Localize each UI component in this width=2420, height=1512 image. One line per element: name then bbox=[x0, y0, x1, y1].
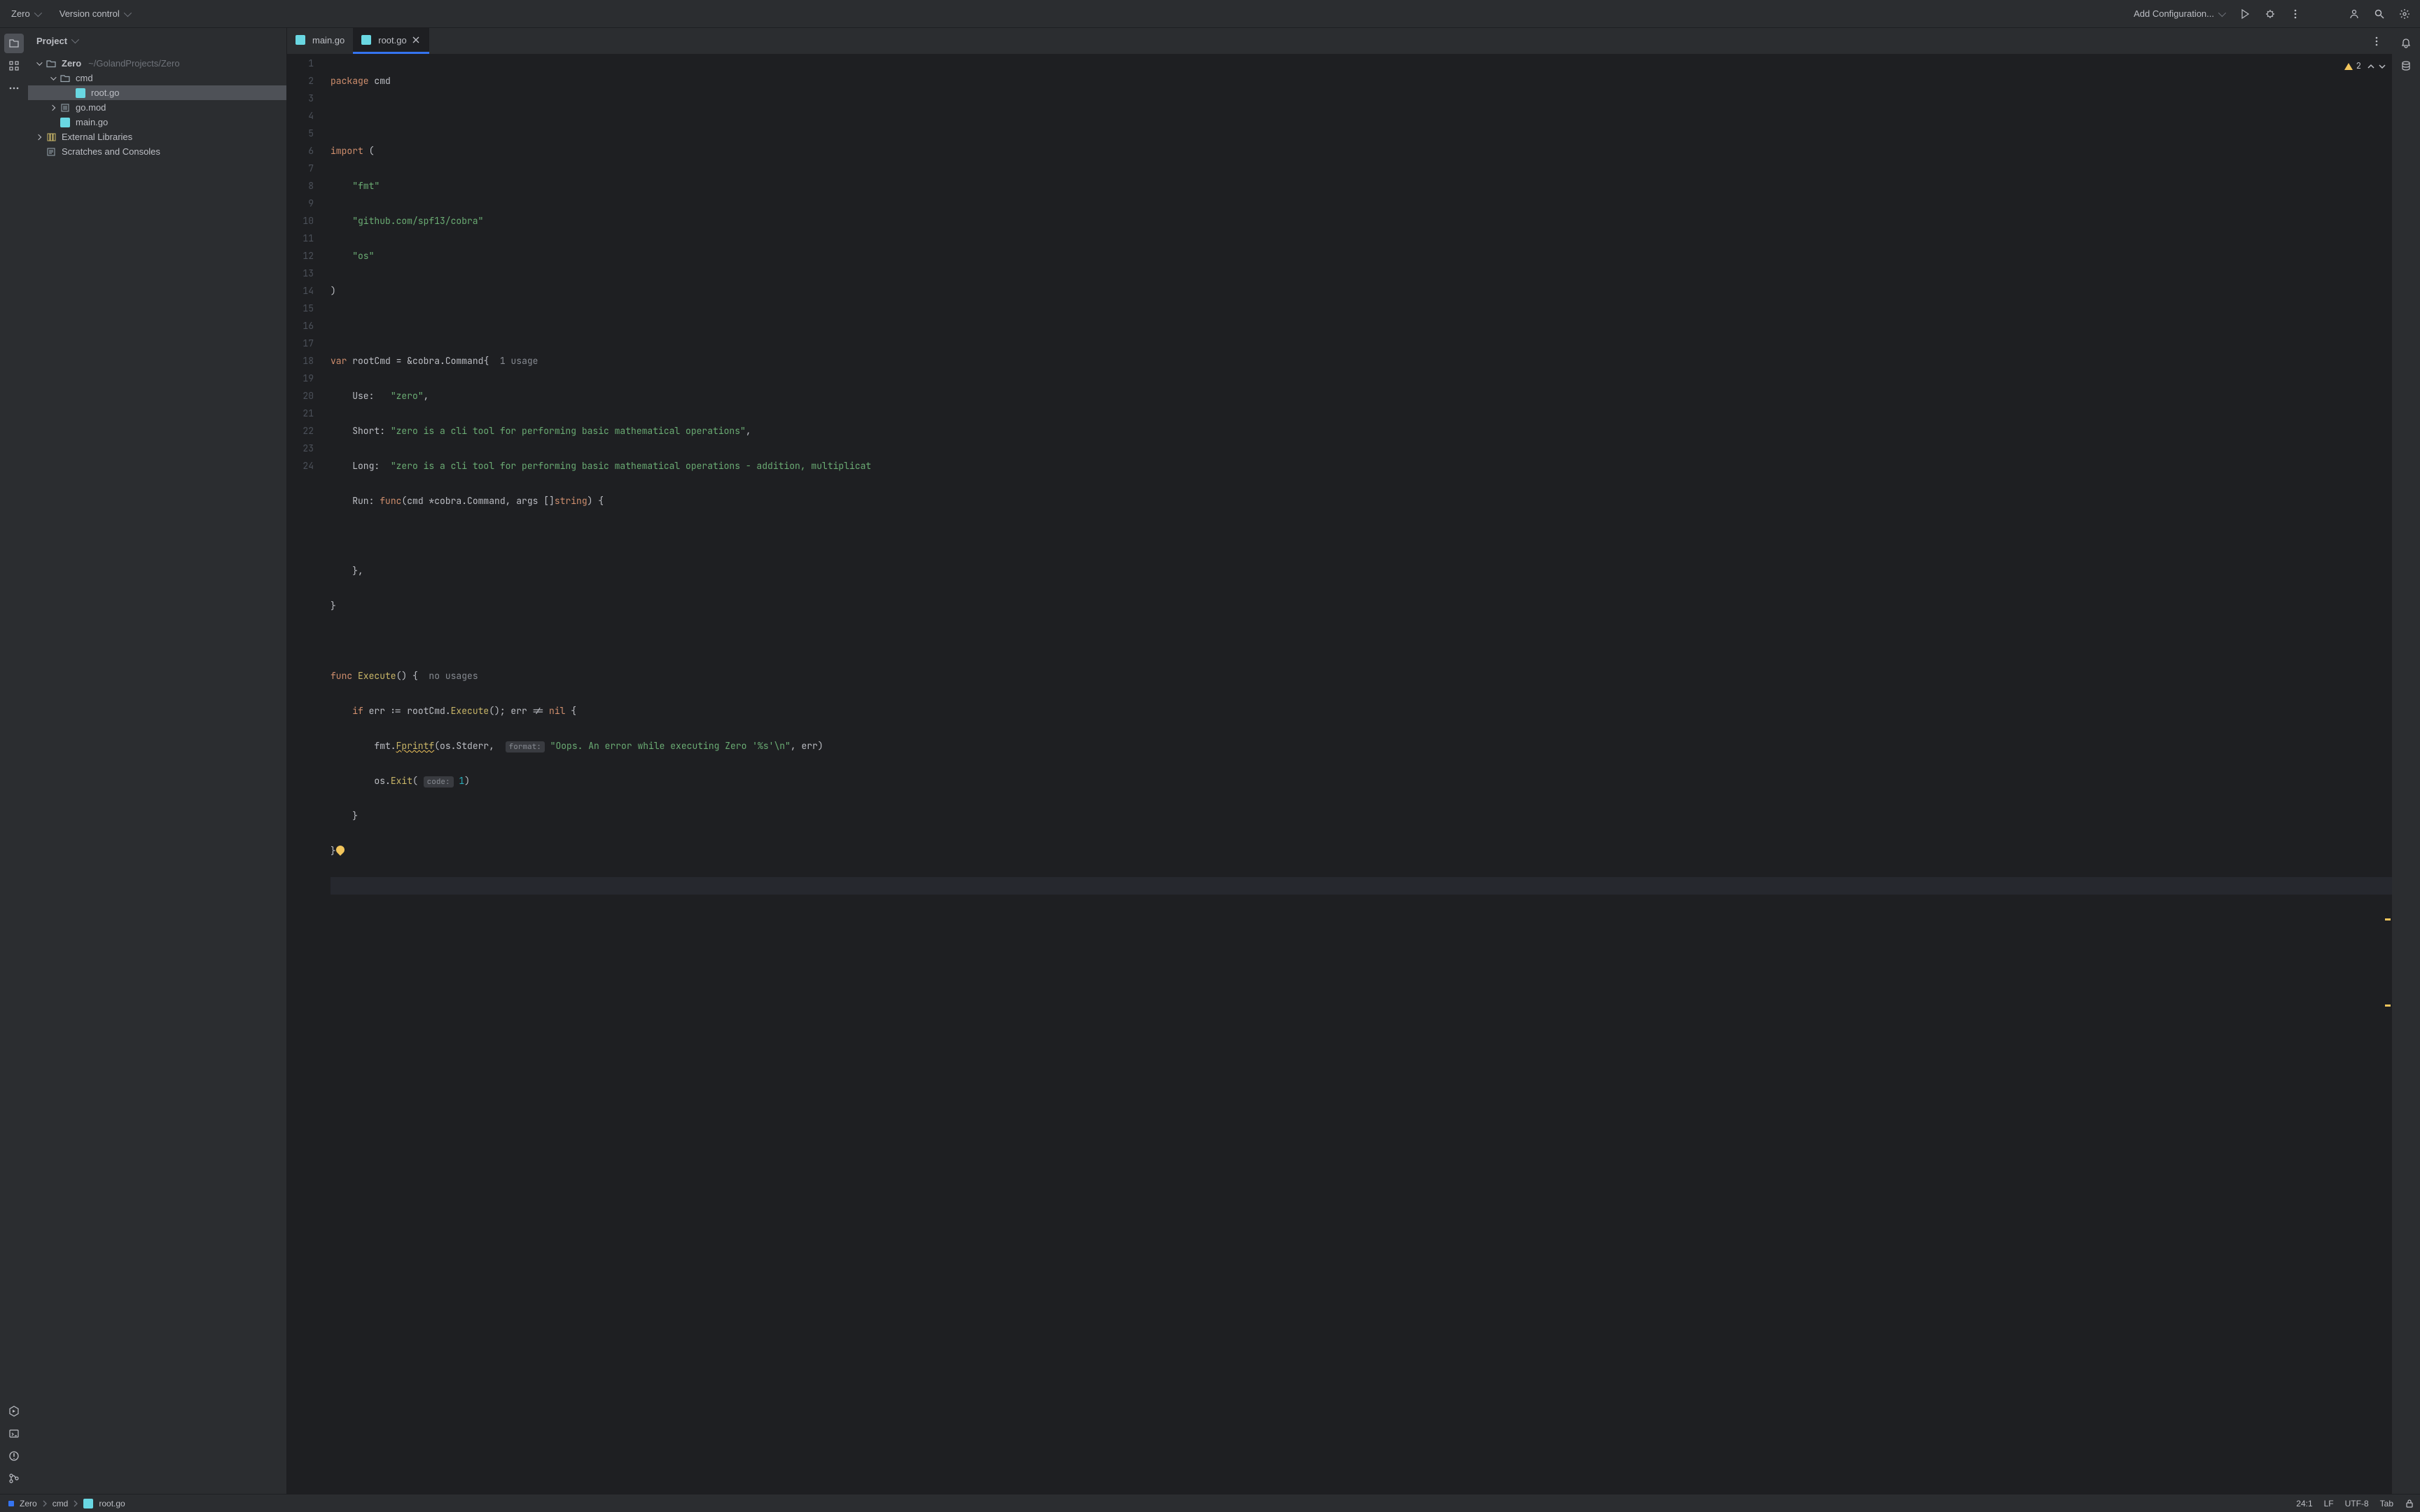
project-panel: Project Zero ~/GolandProjects/Zero cmd bbox=[28, 28, 287, 1494]
database-tool-button[interactable] bbox=[2396, 56, 2416, 76]
project-selector[interactable]: Zero bbox=[6, 6, 46, 22]
tab-label: main.go bbox=[312, 35, 345, 46]
tree-item-label: cmd bbox=[76, 73, 93, 83]
tree-file-main-go[interactable]: main.go bbox=[28, 115, 286, 130]
project-name-label: Zero bbox=[11, 8, 30, 19]
project-panel-header: Project bbox=[28, 28, 286, 53]
more-actions-button[interactable] bbox=[2286, 4, 2305, 24]
library-icon bbox=[46, 132, 56, 142]
expand-icon bbox=[50, 104, 55, 110]
crumb-label: Zero bbox=[20, 1499, 37, 1508]
code-content[interactable]: package cmd import ( "fmt" "github.com/s… bbox=[322, 55, 2392, 1494]
chevron-down-icon bbox=[123, 8, 131, 16]
crumb-label: root.go bbox=[99, 1499, 125, 1508]
vcs-label: Version control bbox=[60, 8, 120, 19]
vcs-selector[interactable]: Version control bbox=[54, 6, 135, 22]
tree-scratches[interactable]: Scratches and Consoles bbox=[28, 144, 286, 159]
line-gutter[interactable]: 1 2 3 4 5 6 7 8 9 10 11 12 13 14 15 16 1… bbox=[287, 55, 322, 1494]
right-toolbar bbox=[2392, 28, 2420, 1494]
breadcrumb-cmd[interactable]: cmd bbox=[50, 1497, 71, 1510]
top-bar: Zero Version control Add Configuration..… bbox=[0, 0, 2420, 28]
tree-item-label: root.go bbox=[91, 88, 119, 98]
crumb-label: cmd bbox=[53, 1499, 69, 1508]
code-editor[interactable]: 2 1 2 3 4 5 6 7 8 bbox=[287, 55, 2392, 1494]
folder-icon bbox=[46, 59, 56, 69]
tree-root-path: ~/GolandProjects/Zero bbox=[88, 58, 179, 69]
breadcrumb-project[interactable]: Zero bbox=[6, 1497, 40, 1510]
run-button[interactable] bbox=[2235, 4, 2255, 24]
editor-indicators: 2 bbox=[2344, 57, 2386, 75]
chevron-down-icon[interactable] bbox=[71, 36, 79, 43]
tab-more-button[interactable] bbox=[2367, 31, 2386, 51]
vcs-tool-button[interactable] bbox=[4, 1469, 24, 1488]
expand-icon bbox=[36, 134, 41, 139]
status-bar: Zero cmd root.go 24:1 LF UTF-8 Tab bbox=[0, 1494, 2420, 1512]
breadcrumb-file[interactable]: root.go bbox=[81, 1497, 127, 1510]
tree-item-label: Scratches and Consoles bbox=[62, 146, 160, 157]
left-toolbar bbox=[0, 28, 28, 1494]
search-button[interactable] bbox=[2370, 4, 2389, 24]
file-encoding[interactable]: UTF-8 bbox=[2345, 1499, 2369, 1508]
cursor-position[interactable]: 24:1 bbox=[2296, 1499, 2312, 1508]
go-file-icon bbox=[361, 35, 371, 45]
warning-count: 2 bbox=[2356, 57, 2361, 75]
tree-file-root-go[interactable]: root.go bbox=[28, 85, 286, 100]
line-separator[interactable]: LF bbox=[2324, 1499, 2334, 1508]
services-tool-button[interactable] bbox=[4, 1401, 24, 1421]
next-highlight-button[interactable] bbox=[2378, 62, 2386, 71]
mod-file-icon bbox=[60, 103, 70, 113]
terminal-tool-button[interactable] bbox=[4, 1424, 24, 1443]
tab-root-go[interactable]: root.go bbox=[353, 28, 429, 54]
run-config-selector[interactable]: Add Configuration... bbox=[2128, 6, 2230, 22]
folder-icon bbox=[60, 74, 70, 83]
code-with-me-button[interactable] bbox=[2344, 4, 2364, 24]
debug-button[interactable] bbox=[2260, 4, 2280, 24]
warning-icon bbox=[2344, 62, 2353, 71]
scratches-icon bbox=[46, 147, 56, 157]
tree-file-go-mod[interactable]: go.mod bbox=[28, 100, 286, 115]
project-tool-button[interactable] bbox=[4, 34, 24, 53]
editor-area: main.go root.go bbox=[287, 28, 2392, 1494]
tree-external-libraries[interactable]: External Libraries bbox=[28, 130, 286, 144]
indent-setting[interactable]: Tab bbox=[2380, 1499, 2393, 1508]
readonly-toggle[interactable] bbox=[2405, 1499, 2414, 1508]
tab-main-go[interactable]: main.go bbox=[287, 28, 353, 54]
tree-root-name: Zero bbox=[62, 58, 81, 69]
project-tree: Zero ~/GolandProjects/Zero cmd root.go bbox=[28, 53, 286, 162]
tree-root[interactable]: Zero ~/GolandProjects/Zero bbox=[28, 56, 286, 71]
problems-tool-button[interactable] bbox=[4, 1446, 24, 1466]
close-tab-button[interactable] bbox=[411, 35, 421, 45]
project-panel-title: Project bbox=[36, 36, 67, 46]
go-file-icon bbox=[60, 118, 70, 127]
more-tools-button[interactable] bbox=[4, 78, 24, 98]
settings-button[interactable] bbox=[2395, 4, 2414, 24]
go-file-icon bbox=[83, 1499, 93, 1508]
navigation-breadcrumb: Zero cmd root.go bbox=[6, 1497, 128, 1510]
tab-label: root.go bbox=[378, 35, 406, 46]
chevron-right-icon bbox=[72, 1500, 79, 1507]
error-stripe[interactable] bbox=[2384, 55, 2392, 1494]
tree-item-label: External Libraries bbox=[62, 132, 132, 142]
tree-folder-cmd[interactable]: cmd bbox=[28, 71, 286, 85]
warnings-badge[interactable]: 2 bbox=[2344, 57, 2361, 75]
tree-item-label: main.go bbox=[76, 117, 108, 127]
prev-highlight-button[interactable] bbox=[2367, 62, 2375, 71]
run-config-label: Add Configuration... bbox=[2134, 8, 2214, 19]
expand-icon bbox=[50, 74, 56, 80]
structure-tool-button[interactable] bbox=[4, 56, 24, 76]
chevron-down-icon bbox=[34, 8, 41, 16]
editor-tabs: main.go root.go bbox=[287, 28, 2392, 55]
chevron-down-icon bbox=[2218, 8, 2226, 16]
notifications-button[interactable] bbox=[2396, 34, 2416, 53]
go-file-icon bbox=[295, 35, 305, 45]
go-file-icon bbox=[76, 88, 85, 98]
chevron-right-icon bbox=[41, 1500, 48, 1507]
module-icon bbox=[8, 1501, 14, 1506]
expand-icon bbox=[36, 59, 42, 65]
tree-item-label: go.mod bbox=[76, 102, 106, 113]
